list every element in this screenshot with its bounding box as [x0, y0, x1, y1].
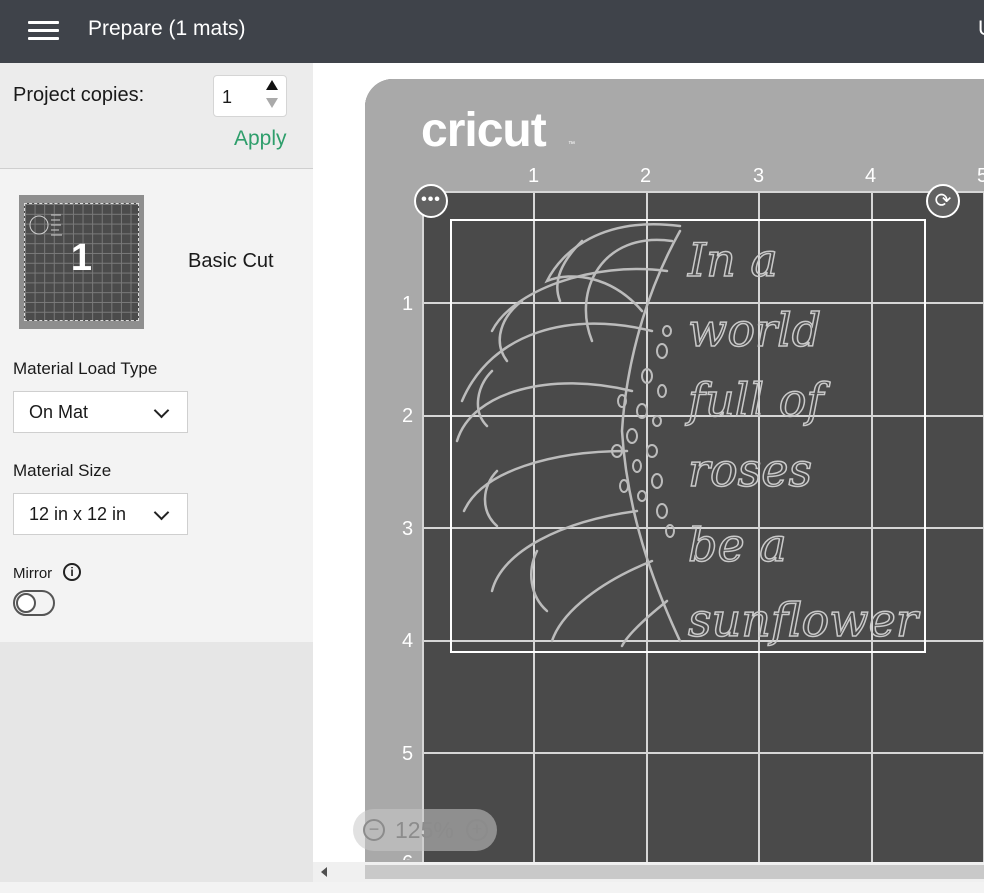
cricut-logo: cricut: [421, 104, 547, 157]
mirror-label: Mirror: [13, 565, 53, 582]
material-size-value: 12 in x 12 in: [29, 504, 127, 524]
chevron-down-icon: [153, 504, 170, 521]
ruler-left-3: 3: [402, 518, 414, 540]
design-line-1: In a: [687, 233, 778, 287]
hamburger-menu-icon[interactable]: [28, 19, 60, 43]
zoom-control: − 125% +: [353, 809, 497, 851]
design-line-5: be a: [688, 518, 787, 572]
mat-thumbnail[interactable]: 1: [19, 195, 144, 329]
design-line-4: roses: [688, 443, 812, 497]
zoom-level: 125%: [395, 817, 454, 843]
mat-number: 1: [70, 237, 93, 279]
sidebar: Project copies: 1 Apply 1 Basic Cut Mate…: [0, 63, 313, 893]
ruler-left-2: 2: [402, 405, 414, 427]
decrement-arrow-icon[interactable]: [266, 98, 278, 108]
mat-settings-panel: 1 Basic Cut Material Load Type On Mat Ma…: [0, 169, 313, 642]
plus-circle-icon[interactable]: +: [466, 819, 488, 841]
ruler-top-3: 3: [753, 165, 765, 187]
minus-circle-icon[interactable]: −: [363, 819, 385, 841]
apply-button[interactable]: Apply: [234, 127, 287, 151]
sunflower-design[interactable]: In a world full of roses be a sunflower: [452, 221, 924, 651]
bottom-strip: [0, 882, 984, 893]
trademark-symbol: ™: [568, 141, 575, 148]
material-size-label: Material Size: [13, 461, 112, 480]
ruler-top-4: 4: [865, 165, 877, 187]
mirror-toggle[interactable]: [13, 590, 55, 616]
project-copies-label: Project copies:: [13, 84, 145, 106]
ruler-top-2: 2: [640, 165, 652, 187]
material-load-type-label: Material Load Type: [13, 359, 158, 378]
project-copies-section: Project copies: 1 Apply: [0, 63, 313, 169]
ruler-left-5: 5: [402, 743, 414, 765]
project-copies-stepper[interactable]: 1: [213, 75, 287, 117]
horizontal-scrollbar[interactable]: [313, 862, 984, 882]
header-edge-text: U: [978, 17, 984, 41]
material-load-type-select[interactable]: On Mat: [13, 391, 188, 433]
ruler-top-1: 1: [528, 165, 540, 187]
rotate-icon[interactable]: ⟳: [926, 184, 960, 218]
ruler-left-6: 6: [402, 852, 413, 860]
toggle-knob: [16, 593, 36, 613]
info-icon[interactable]: i: [63, 563, 81, 581]
material-size-select[interactable]: 12 in x 12 in: [13, 493, 188, 535]
top-bar: Prepare (1 mats) U: [0, 0, 984, 63]
more-options-icon[interactable]: •••: [414, 184, 448, 218]
project-copies-value[interactable]: 1: [222, 87, 232, 108]
design-line-2: world: [688, 303, 821, 357]
scrollbar-thumb[interactable]: [365, 865, 984, 879]
chevron-down-icon: [153, 402, 170, 419]
scroll-left-arrow-icon[interactable]: [321, 867, 327, 877]
ruler-left-4: 4: [402, 630, 414, 652]
material-load-type-value: On Mat: [29, 402, 89, 422]
ruler-top-5: 5: [977, 165, 984, 187]
ruler-left-1: 1: [402, 293, 414, 315]
design-line-6: sunflower: [688, 593, 921, 647]
design-line-3: full of: [685, 373, 830, 427]
increment-arrow-icon[interactable]: [266, 80, 278, 90]
cut-type-label: Basic Cut: [188, 250, 274, 272]
page-title: Prepare (1 mats): [88, 17, 246, 40]
